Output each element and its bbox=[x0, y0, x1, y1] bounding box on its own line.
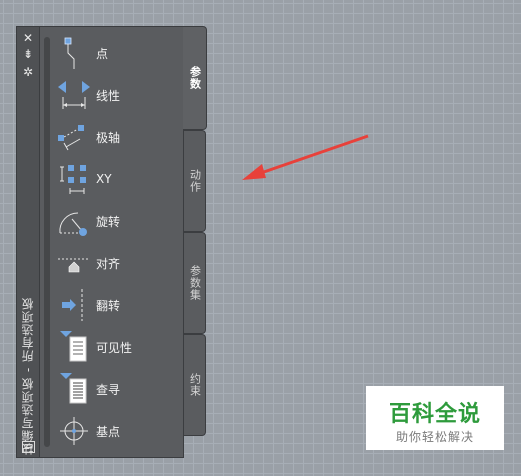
lookup-parameter-icon bbox=[60, 373, 87, 404]
flip-parameter-icon bbox=[62, 289, 83, 321]
watermark-logo: 百科全说 助你轻松解决 bbox=[366, 386, 504, 450]
palette-menu-icon[interactable] bbox=[22, 441, 35, 453]
palette-item-label: 查寻 bbox=[96, 382, 121, 397]
palette-item-label: 可见性 bbox=[96, 340, 133, 355]
palette-item-linear[interactable]: 线性 bbox=[54, 75, 180, 115]
basepoint-parameter-icon bbox=[60, 417, 88, 445]
scrollbar[interactable] bbox=[44, 37, 50, 447]
palette-item-label: XY bbox=[96, 172, 112, 186]
palette-item-label: 翻转 bbox=[96, 298, 121, 313]
palette-item-flip[interactable]: 翻转 bbox=[54, 285, 180, 325]
point-parameter-icon bbox=[64, 37, 75, 69]
tab-label: 动作 bbox=[188, 169, 202, 193]
annotation-arrow-icon bbox=[242, 134, 369, 180]
palette-item-label: 旋转 bbox=[96, 214, 121, 229]
palette-item-label: 点 bbox=[96, 46, 109, 61]
palette-panel: 点 线性 极轴 XY 旋转 对齐 翻转 可见性 查寻 基点 bbox=[40, 26, 184, 458]
autohide-button[interactable]: ⇟ bbox=[20, 47, 36, 61]
palette-item-label: 对齐 bbox=[96, 256, 121, 271]
palette-item-basepoint[interactable]: 基点 bbox=[54, 411, 180, 451]
palette-item-point[interactable]: 点 bbox=[54, 33, 180, 73]
alignment-parameter-icon bbox=[58, 258, 88, 273]
watermark-subtitle: 助你轻松解决 bbox=[395, 430, 474, 444]
tab-constraints[interactable]: 约束 bbox=[184, 334, 206, 436]
tab-parameters[interactable]: 参数 bbox=[183, 26, 207, 130]
tab-actions[interactable]: 动作 bbox=[184, 130, 206, 232]
watermark-title: 百科全说 bbox=[388, 402, 481, 427]
palette-item-visibility[interactable]: 可见性 bbox=[54, 327, 180, 367]
visibility-parameter-icon bbox=[60, 331, 87, 362]
close-button[interactable]: ✕ bbox=[20, 31, 36, 45]
tab-label: 参数 bbox=[188, 66, 202, 90]
palette-item-label: 基点 bbox=[96, 424, 121, 439]
polar-parameter-icon bbox=[58, 125, 84, 151]
palette-item-xy[interactable]: XY bbox=[54, 159, 180, 199]
palette-titlebar[interactable]: ✕ ⇟ ✲ 块编写选项板 - 所有选项板 bbox=[16, 26, 40, 458]
tab-parameter-sets[interactable]: 参数集 bbox=[184, 232, 206, 334]
palette-item-lookup[interactable]: 查寻 bbox=[54, 369, 180, 409]
tab-label: 约束 bbox=[188, 373, 202, 397]
palette-title: 块编写选项板 - 所有选项板 bbox=[21, 297, 35, 455]
palette-item-rotation[interactable]: 旋转 bbox=[54, 201, 180, 241]
properties-button[interactable]: ✲ bbox=[20, 65, 36, 79]
palette-item-polar[interactable]: 极轴 bbox=[54, 117, 180, 157]
xy-parameter-icon bbox=[60, 165, 86, 194]
tab-label: 参数集 bbox=[188, 265, 202, 301]
linear-parameter-icon bbox=[58, 81, 90, 109]
palette-item-label: 线性 bbox=[96, 88, 121, 103]
palette-item-alignment[interactable]: 对齐 bbox=[54, 243, 180, 283]
palette-item-label: 极轴 bbox=[96, 130, 121, 145]
rotation-parameter-icon bbox=[59, 212, 87, 236]
